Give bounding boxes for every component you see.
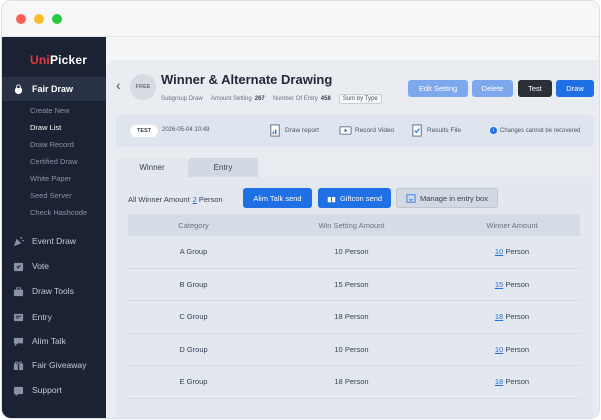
page-title: Winner & Alternate Drawing <box>161 72 333 87</box>
table-header: Category Win Setting Amount Winner Amoun… <box>128 214 580 236</box>
draw-meta: Subgroup Draw Amount Setting 267 Number O… <box>161 94 382 104</box>
table-row: D Group 10 Person 10 Person <box>128 333 580 366</box>
inbox-icon <box>406 193 416 203</box>
toolbox-icon <box>12 285 24 297</box>
sidebar-item-support[interactable]: Support <box>12 384 62 396</box>
winner-amount-link[interactable]: 18 <box>495 312 503 321</box>
info-icon: i <box>490 127 497 134</box>
subitem-white-paper[interactable]: White Paper <box>30 174 71 183</box>
alim-talk-send-button[interactable]: Alim Talk send <box>243 188 312 208</box>
results-file-link[interactable]: Results File <box>410 123 461 137</box>
notice-text: i Changes cannot be recovered <box>490 127 580 134</box>
winner-amount-link[interactable]: 10 <box>495 247 503 256</box>
video-icon <box>338 123 352 137</box>
winner-count-link[interactable]: 2 <box>193 195 197 204</box>
subitem-check-hashcode[interactable]: Check Hashcode <box>30 208 87 217</box>
subitem-create-new[interactable]: Create New <box>30 106 70 115</box>
test-badge: TEST <box>130 125 158 137</box>
sidebar-item-alim-talk[interactable]: Alim Talk <box>12 335 66 347</box>
app-window: UniPicker Fair Draw Create New Draw List… <box>1 0 600 419</box>
vote-icon <box>12 260 24 272</box>
entry-icon <box>12 311 24 323</box>
main-content: ‹ FREE Winner & Alternate Drawing Subgro… <box>106 60 599 418</box>
sidebar-item-event-draw[interactable]: Event Draw <box>12 235 76 247</box>
tab-winner[interactable]: Winner <box>116 158 188 177</box>
close-window-button[interactable] <box>16 14 26 24</box>
draw-datetime: 2026-05-04 10:49 <box>162 127 210 133</box>
table-row: A Group 10 Person 10 Person <box>128 236 580 269</box>
draw-button[interactable]: Draw <box>556 80 594 97</box>
edit-setting-button[interactable]: Edit Setting <box>408 80 468 97</box>
sidebar: UniPicker Fair Draw Create New Draw List… <box>2 37 106 418</box>
winner-table: Category Win Setting Amount Winner Amoun… <box>128 214 580 399</box>
table-row: C Group 18 Person 18 Person <box>128 301 580 334</box>
subitem-seed-server[interactable]: Seed Server <box>30 191 72 200</box>
sidebar-item-entry[interactable]: Entry <box>12 311 52 323</box>
sort-type-toggle[interactable]: Sum by Type <box>338 94 382 104</box>
sidebar-item-draw-tools[interactable]: Draw Tools <box>12 285 74 297</box>
subitem-draw-list[interactable]: Draw List <box>30 123 61 132</box>
free-badge: FREE <box>130 74 156 100</box>
winner-amount-link[interactable]: 18 <box>495 377 503 386</box>
support-icon <box>12 384 24 396</box>
gift-icon <box>327 194 336 203</box>
winner-panel: All Winner Amount 2 Person Alim Talk sen… <box>116 177 594 418</box>
winner-summary: All Winner Amount 2 Person <box>128 195 223 204</box>
subitem-draw-record[interactable]: Draw Record <box>30 140 74 149</box>
party-icon <box>12 235 24 247</box>
winner-amount-link[interactable]: 10 <box>495 345 503 354</box>
draw-info-bar: TEST 2026-05-04 10:49 Draw report Record… <box>116 115 594 147</box>
tab-entry[interactable]: Entry <box>188 158 258 177</box>
sidebar-item-label: Fair Draw <box>32 84 74 94</box>
manage-entry-box-button[interactable]: Manage in entry box <box>396 188 498 208</box>
gift-icon <box>12 359 24 371</box>
fair-draw-icon <box>12 83 24 95</box>
logo[interactable]: UniPicker <box>30 53 87 67</box>
chat-icon <box>12 335 24 347</box>
sidebar-item-fair-draw[interactable]: Fair Draw <box>2 77 106 101</box>
delete-button[interactable]: Delete <box>472 80 513 97</box>
maximize-window-button[interactable] <box>52 14 62 24</box>
table-row: B Group 15 Person 15 Person <box>128 268 580 301</box>
file-check-icon <box>410 123 424 137</box>
giftcon-send-button[interactable]: Giftcon send <box>318 188 391 208</box>
back-arrow-icon[interactable]: ‹ <box>116 77 121 93</box>
report-icon <box>268 123 282 137</box>
window-titlebar <box>2 1 599 37</box>
winner-amount-link[interactable]: 15 <box>495 280 503 289</box>
table-row: E Group 18 Person 18 Person <box>128 366 580 399</box>
sidebar-item-fair-giveaway[interactable]: Fair Giveaway <box>12 359 86 371</box>
test-button[interactable]: Test <box>518 80 552 97</box>
page-header: ‹ FREE Winner & Alternate Drawing Subgro… <box>106 60 599 108</box>
draw-report-link[interactable]: Draw report <box>268 123 319 137</box>
record-video-link[interactable]: Record Video <box>338 123 394 137</box>
subitem-certified-draw[interactable]: Certified Draw <box>30 157 78 166</box>
minimize-window-button[interactable] <box>34 14 44 24</box>
sidebar-item-vote[interactable]: Vote <box>12 260 49 272</box>
